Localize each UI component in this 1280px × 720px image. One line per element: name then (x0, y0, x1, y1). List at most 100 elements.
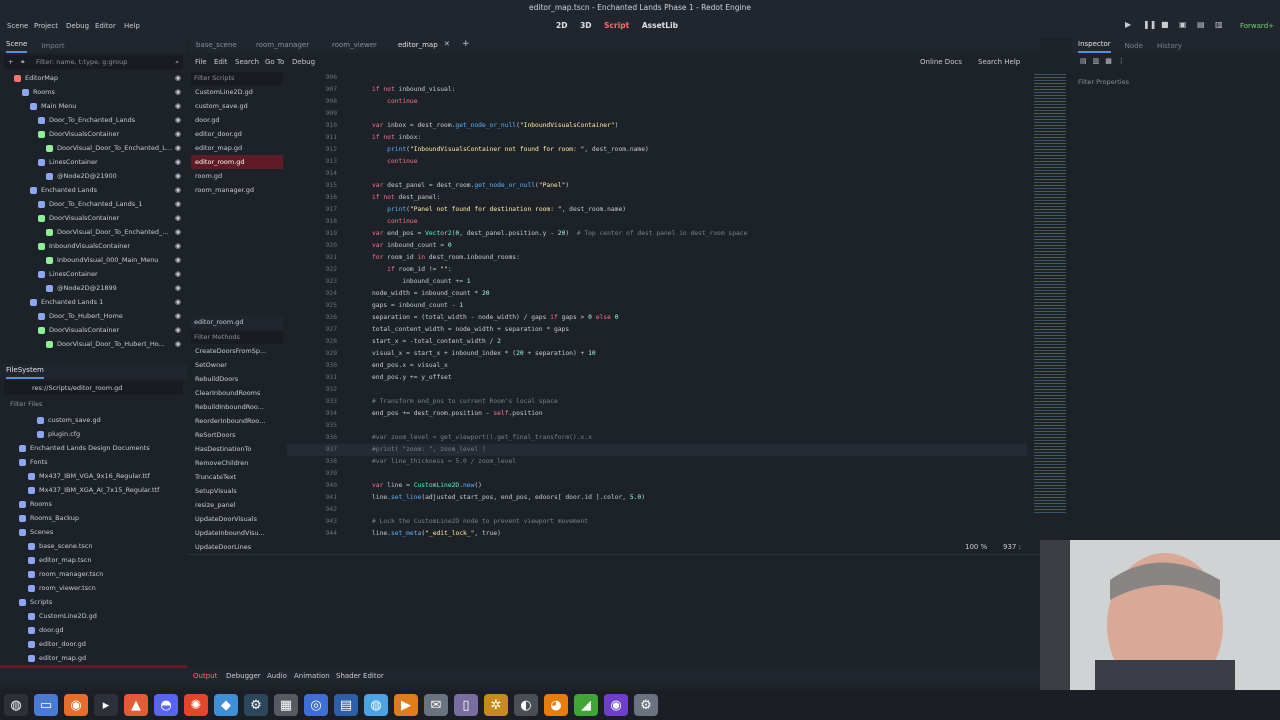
visibility-icon[interactable]: ◉ (175, 211, 181, 225)
scene-node[interactable]: DoorVisualsContainer ◉ (0, 211, 187, 225)
code-line[interactable]: end_pos += dest_room.position - self.pos… (372, 410, 543, 417)
method-item[interactable]: UpdateInboundVisu... (191, 526, 283, 540)
filter-methods-input[interactable]: Filter Methods (191, 331, 283, 344)
mode-script-button[interactable]: Script (604, 21, 629, 30)
script-menu-search[interactable]: Search (235, 58, 259, 66)
method-item[interactable]: TruncateText (191, 470, 283, 484)
camera-icon[interactable]: ◎ (304, 694, 328, 716)
scene-node[interactable]: @Node2D@21899 ◉ (0, 281, 187, 295)
script-file-item[interactable]: editor_map.gd (191, 141, 283, 155)
open-resource-icon[interactable]: ▥ (1093, 57, 1100, 71)
visibility-icon[interactable]: ◉ (175, 169, 181, 183)
media-icon[interactable]: ▶ (394, 694, 418, 716)
visibility-icon[interactable]: ◉ (175, 295, 181, 309)
code-line[interactable]: var end_pos = Vector2(0, dest_panel.posi… (372, 230, 747, 237)
code-line[interactable]: var inbound_count = 0 (372, 242, 452, 249)
online-docs-button[interactable]: Online Docs (920, 58, 962, 66)
zoom-level[interactable]: 100 % (965, 543, 987, 551)
visibility-icon[interactable]: ◉ (175, 127, 181, 141)
tab-output[interactable]: Output (193, 672, 217, 680)
code-line[interactable]: if room_id != "": (372, 266, 451, 273)
stop-icon[interactable]: ■ (1161, 20, 1171, 30)
files-icon[interactable]: ▭ (34, 694, 58, 716)
add-node-icon[interactable]: + (8, 55, 13, 69)
method-item[interactable]: ReorderInboundRoo... (191, 414, 283, 428)
scene-node[interactable]: DoorVisualsContainer ◉ (0, 127, 187, 141)
filter-properties-input[interactable]: Filter Properties (1078, 75, 1274, 89)
tab-node[interactable]: Node (1125, 42, 1143, 50)
code-line[interactable]: gaps = inbound_count - 1 (372, 302, 463, 309)
visibility-icon[interactable]: ◉ (175, 141, 181, 155)
mode-2d-button[interactable]: 2D (556, 21, 567, 30)
scene-node[interactable]: DoorVisual_Door_To_Enchanted_... ◉ (0, 225, 187, 239)
file-item[interactable]: CustomLine2D.gd (0, 609, 187, 623)
visibility-icon[interactable]: ◉ (175, 99, 181, 113)
method-item[interactable]: HasDestinationTo (191, 442, 283, 456)
github-icon[interactable]: ◉ (604, 694, 628, 716)
notes-icon[interactable]: ▯ (454, 694, 478, 716)
scene-node[interactable]: LinesContainer ◉ (0, 155, 187, 169)
filter-scripts-input[interactable]: Filter Scripts (191, 72, 283, 85)
blender-icon[interactable]: ◕ (544, 694, 568, 716)
menu-debug[interactable]: Debug (66, 16, 89, 36)
code-line[interactable]: #var line_thickness = 5.0 / zoom_level (372, 458, 516, 465)
menu-project[interactable]: Project (34, 16, 58, 36)
file-item[interactable]: Rooms_Backup (0, 511, 187, 525)
code-line[interactable]: if not inbox: (372, 134, 421, 141)
scene-node[interactable]: InboundVisualsContainer ◉ (0, 239, 187, 253)
scene-tab-room-manager[interactable]: room_manager (256, 41, 309, 49)
file-item[interactable]: editor_map.tscn (0, 553, 187, 567)
discord-icon[interactable]: ◓ (154, 694, 178, 716)
tab-history[interactable]: History (1157, 42, 1182, 50)
script-menu-file[interactable]: File (195, 58, 207, 66)
tab-scene[interactable]: Scene (6, 38, 28, 53)
method-item[interactable]: SetupVisuals (191, 484, 283, 498)
script-file-item[interactable]: room_manager.gd (191, 183, 283, 197)
method-item[interactable]: RebuildDoors (191, 372, 283, 386)
tab-debugger[interactable]: Debugger (226, 672, 261, 680)
file-item[interactable]: Scenes (0, 525, 187, 539)
script-file-item[interactable]: room.gd (191, 169, 283, 183)
visibility-icon[interactable]: ◉ (175, 183, 181, 197)
file-item[interactable]: plugin.cfg (0, 427, 187, 441)
file-item[interactable]: editor_map.gd (0, 651, 187, 665)
file-item[interactable]: door.gd (0, 623, 187, 637)
file-item[interactable]: Mx437_IBM_VGA_9x16_Regular.ttf (0, 469, 187, 483)
visibility-icon[interactable]: ◉ (175, 253, 181, 267)
code-line[interactable]: separation = (total_width - node_width) … (372, 314, 618, 321)
code-line[interactable]: continue (372, 218, 417, 225)
code-line[interactable]: start_x = -total_content_width / 2 (372, 338, 501, 345)
scene-node[interactable]: Door_To_Enchanted_Lands_1 ◉ (0, 197, 187, 211)
scene-tab-base-scene[interactable]: base_scene (196, 41, 237, 49)
code-line[interactable]: line.set_line(adjusted_start_pos, end_po… (372, 494, 645, 501)
code-line[interactable]: end_pos.x = visual_x (372, 362, 448, 369)
mode-assetlib-button[interactable]: AssetLib (642, 21, 678, 30)
visibility-icon[interactable]: ◉ (175, 309, 181, 323)
script-file-item[interactable]: editor_door.gd (191, 127, 283, 141)
code-line[interactable]: inbound_count += 1 (372, 278, 470, 285)
more-icon[interactable]: ⋮ (1118, 57, 1125, 71)
new-resource-icon[interactable]: ▤ (1080, 57, 1087, 71)
settings-icon[interactable]: ✲ (484, 694, 508, 716)
code-line[interactable]: visual_x = start_x + inbound_index * (20… (372, 350, 596, 357)
code-line[interactable]: total_content_width = node_width + separ… (372, 326, 569, 333)
file-item[interactable]: Fonts (0, 455, 187, 469)
steam-icon[interactable]: ⚙ (244, 694, 268, 716)
script-file-item[interactable]: CustomLine2D.gd (191, 85, 283, 99)
tab-animation[interactable]: Animation (294, 672, 330, 680)
method-item[interactable]: UpdateDoorVisuals (191, 512, 283, 526)
visibility-icon[interactable]: ◉ (175, 337, 181, 351)
link-icon[interactable]: ⚭ (20, 55, 25, 69)
scene-tab-editor-map[interactable]: editor_map (398, 41, 438, 49)
method-item[interactable]: ReSortDoors (191, 428, 283, 442)
script-file-item[interactable]: door.gd (191, 113, 283, 127)
visibility-icon[interactable]: ◉ (175, 113, 181, 127)
steam2-icon[interactable]: ◐ (514, 694, 538, 716)
doc-icon[interactable]: ▤ (334, 694, 358, 716)
script-file-item[interactable]: editor_room.gd (191, 155, 283, 169)
file-item[interactable]: custom_save.gd (0, 413, 187, 427)
scene-node[interactable]: Door_To_Enchanted_Lands ◉ (0, 113, 187, 127)
file-item[interactable]: base_scene.tscn (0, 539, 187, 553)
tab-import[interactable]: Import (41, 42, 64, 50)
save-resource-icon[interactable]: ▦ (1105, 57, 1112, 71)
